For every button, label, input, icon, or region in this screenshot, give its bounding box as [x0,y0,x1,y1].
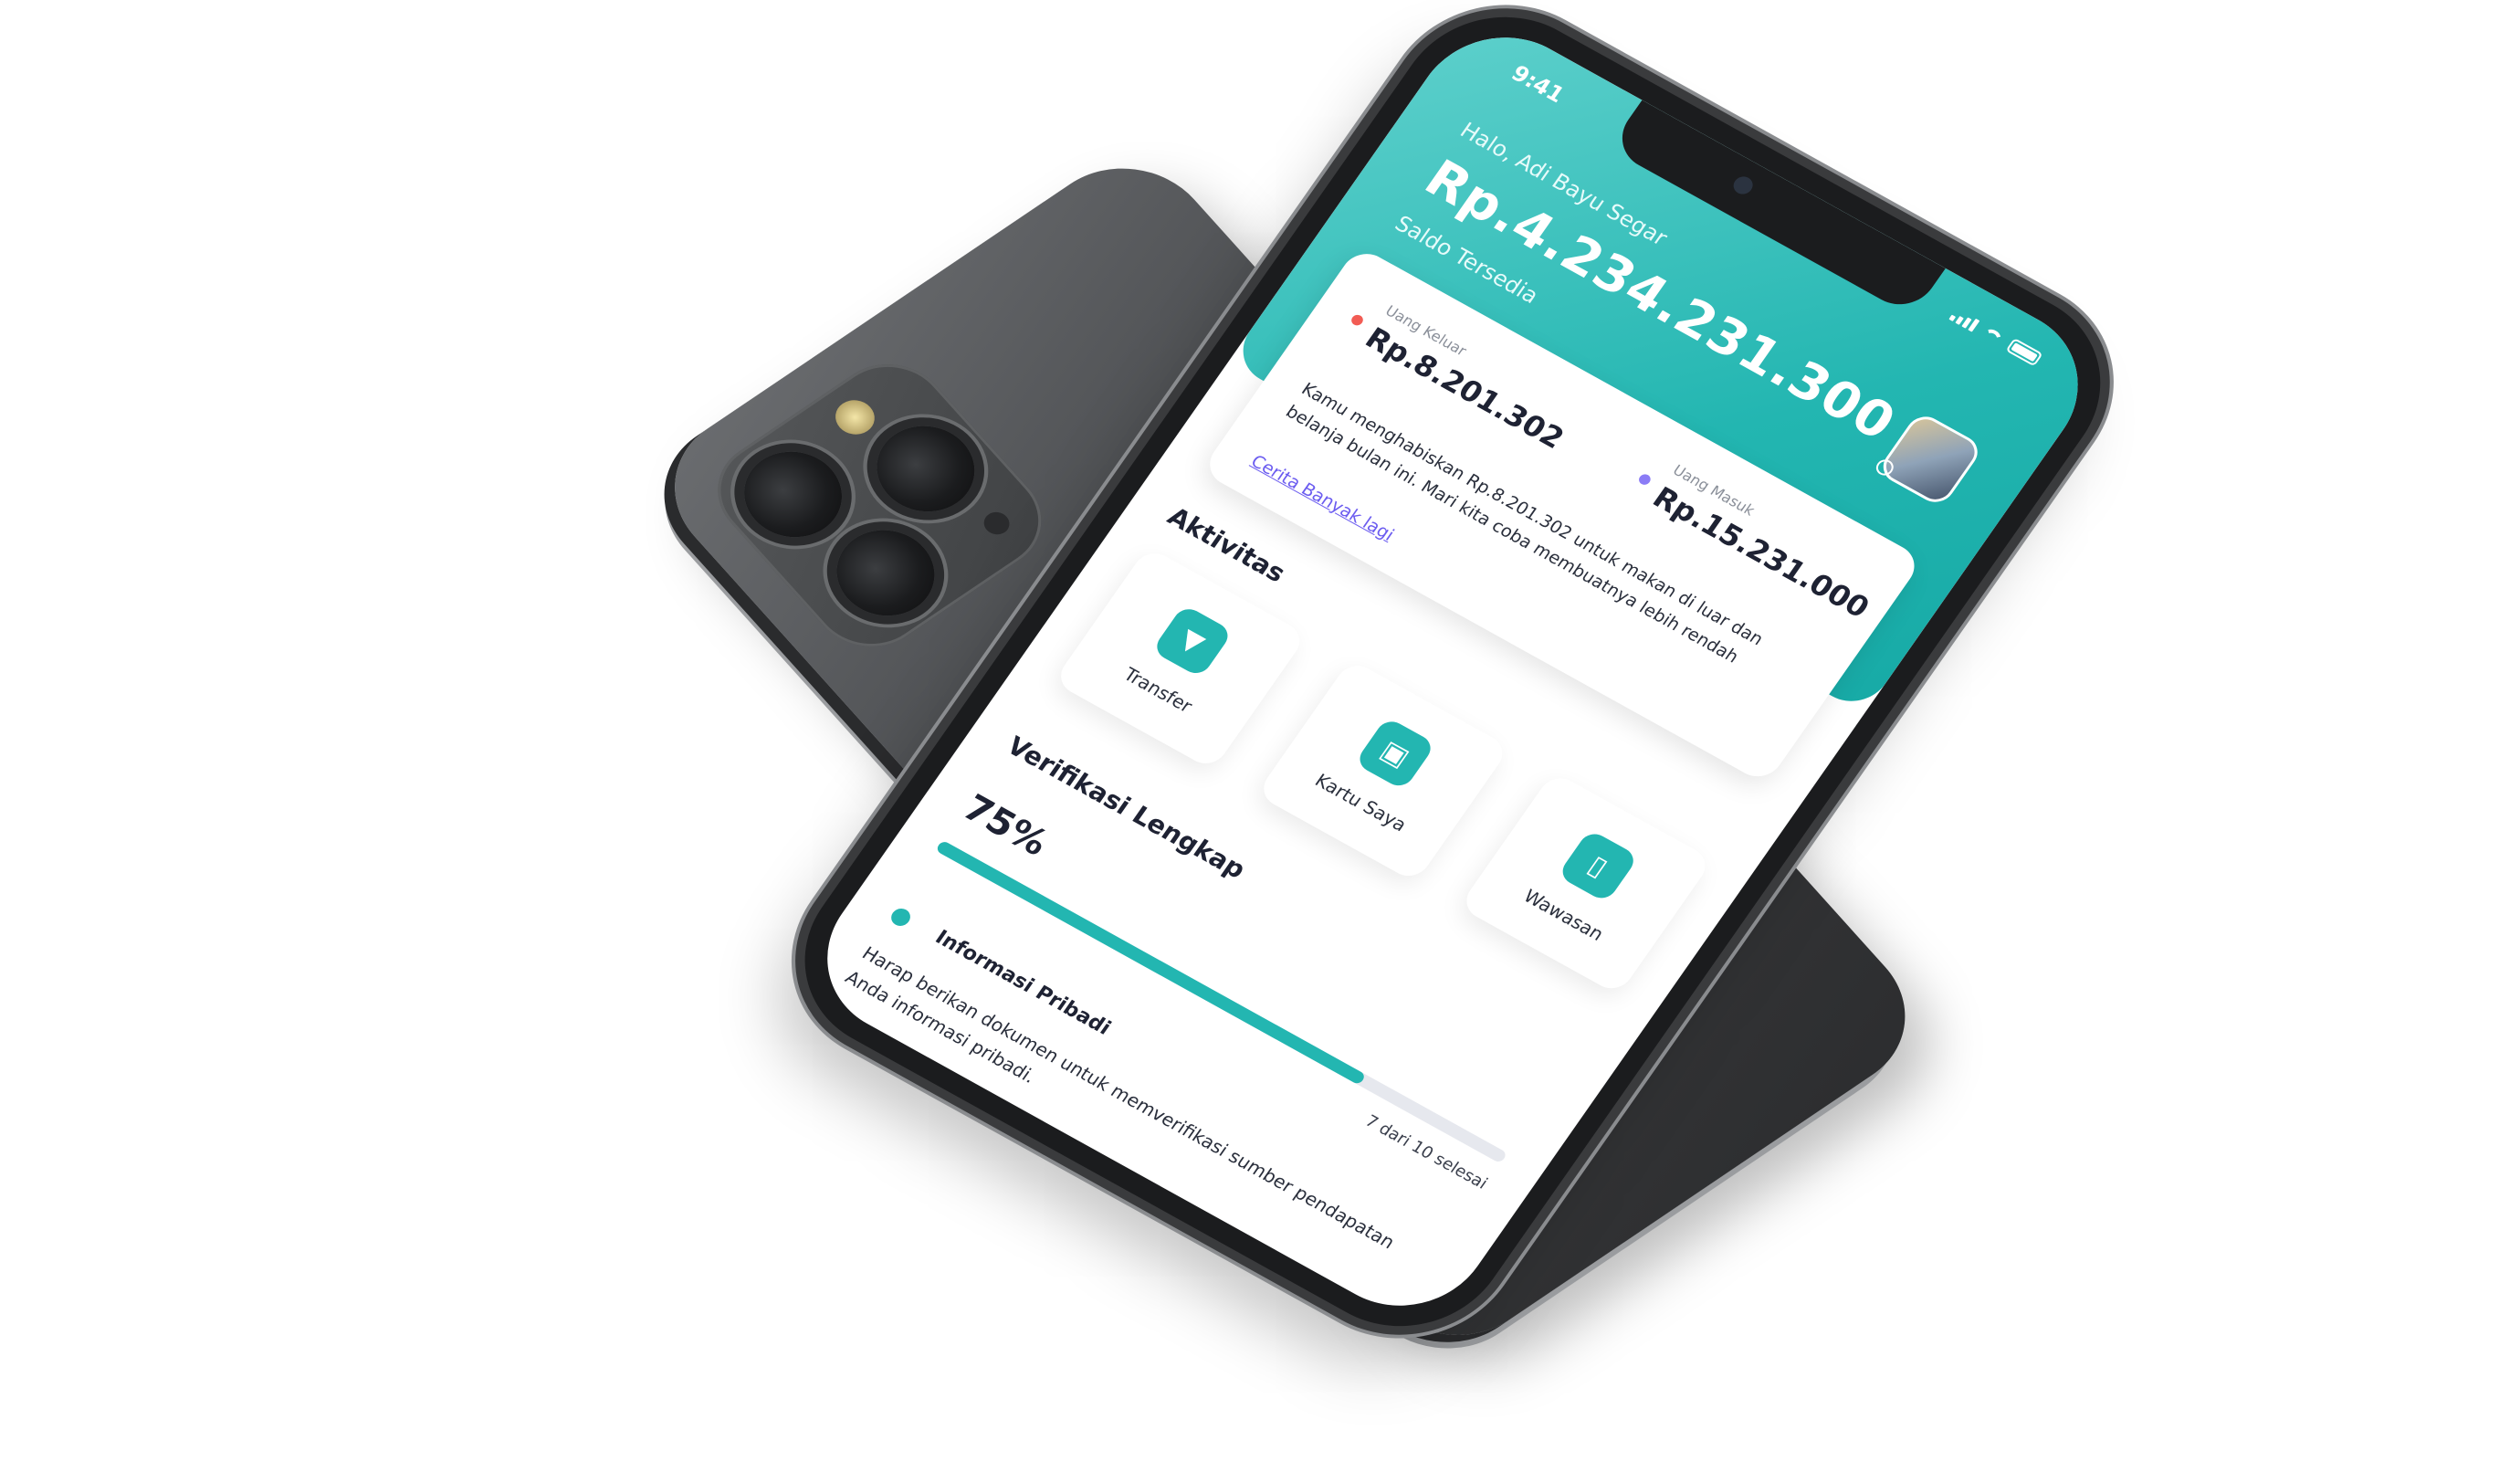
app-screen: 9:41 Halo, Adi Bayu Segar Rp.4.234.231.3… [793,7,2112,1336]
verification-steps: 7 dari 10 selesai [1361,1111,1491,1193]
camera-lens-icon [724,434,862,554]
action-label: Transfer [1119,663,1197,718]
action-insights[interactable]: ▯ Wawasan [1458,771,1714,995]
microphone-icon [979,508,1015,540]
chart-icon: ▯ [1557,828,1640,903]
card-icon: ▣ [1354,716,1437,791]
personal-info-body: Harap berikan dokumen untuk memverifikas… [841,941,1400,1254]
verification-progress [935,839,1508,1164]
transfer-icon: ▼ [1150,604,1234,678]
money-in-dot-icon [1636,472,1654,487]
camera-lens-icon [856,408,995,529]
camera-lens-icon [816,512,955,633]
mockup-stage: 9:41 Halo, Adi Bayu Segar Rp.4.234.231.3… [0,0,2520,1472]
verification-percent: 75% [955,787,1056,865]
personal-info-item[interactable]: ● Informasi Pribadi Harap berikan dokume… [841,900,1465,1254]
money-out-dot-icon [1349,312,1366,328]
camera-module [694,343,1066,668]
flash-icon [827,393,883,442]
action-my-card[interactable]: ▣ Kartu Saya [1255,658,1511,883]
person-icon: ● [884,899,919,933]
front-camera-icon [1729,173,1757,198]
